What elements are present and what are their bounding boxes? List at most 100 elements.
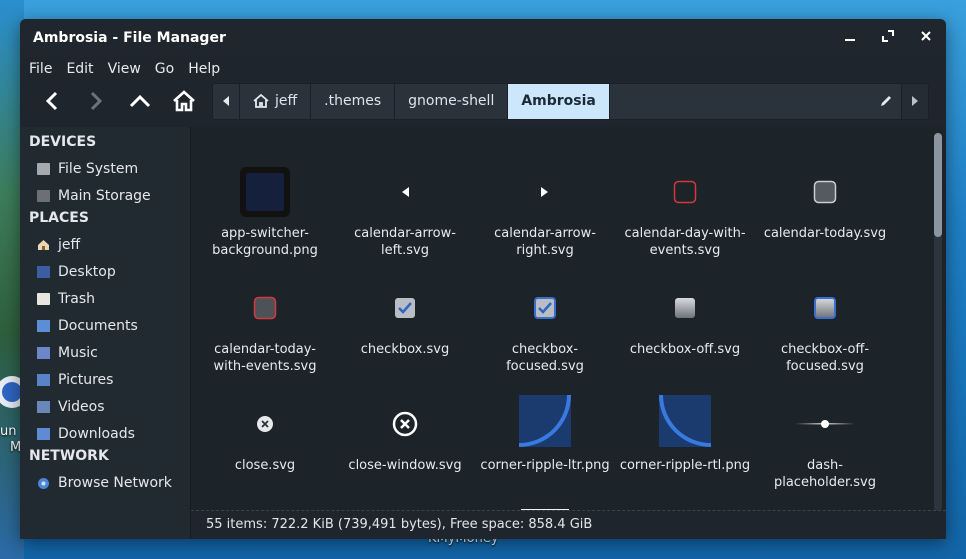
file-name: checkbox.svg xyxy=(360,342,450,357)
corner-ripple-rtl-icon xyxy=(659,395,711,447)
downloads-folder-icon xyxy=(37,427,50,440)
file-item[interactable]: calendar-arrow-left.svg xyxy=(336,163,474,259)
sidebar-item-main-storage[interactable]: Main Storage xyxy=(20,182,190,209)
menu-help[interactable]: Help xyxy=(188,61,230,77)
sidebar-item-label: Videos xyxy=(58,398,105,415)
sidebar-item-pictures[interactable]: Pictures xyxy=(20,366,190,393)
menu-view[interactable]: View xyxy=(108,61,151,77)
crumb-gnome-shell[interactable]: gnome-shell xyxy=(395,83,509,119)
checkbox-off-icon xyxy=(675,298,695,318)
crumb-themes[interactable]: .themes xyxy=(311,83,396,119)
file-item[interactable]: app-switcher-background.png xyxy=(196,163,334,259)
sidebar-item-file-system[interactable]: File System xyxy=(20,155,190,182)
image-thumbnail-icon xyxy=(240,167,290,217)
arrow-left-icon xyxy=(402,187,409,197)
file-item[interactable]: calendar-today.svg xyxy=(756,163,894,242)
file-item[interactable]: corner-ripple-rtl.png xyxy=(616,395,754,474)
file-name: calendar-day-with-events.svg xyxy=(624,226,746,258)
file-name: calendar-today.svg xyxy=(763,226,887,241)
crumb-label: Ambrosia xyxy=(521,93,596,109)
file-item[interactable]: checkbox-focused.svg xyxy=(476,279,614,375)
sidebar-item-videos[interactable]: Videos xyxy=(20,393,190,420)
pencil-icon xyxy=(881,96,891,106)
home-icon xyxy=(253,94,269,108)
sidebar: DEVICES File System Main Storage PLACES … xyxy=(20,127,191,539)
file-name: corner-ripple-rtl.png xyxy=(619,458,751,473)
file-item[interactable]: calendar-arrow-right.svg xyxy=(476,163,614,259)
file-item[interactable]: checkbox-off-focused.svg xyxy=(756,279,894,375)
home-button[interactable] xyxy=(162,83,206,119)
trash-icon xyxy=(37,292,50,305)
back-button[interactable] xyxy=(30,83,74,119)
up-button[interactable] xyxy=(118,83,162,119)
toolbar: jeff .themes gnome-shell Ambrosia xyxy=(20,81,946,121)
file-item[interactable]: dash-placeholder.svg xyxy=(756,395,894,491)
menubar: File Edit View Go Help xyxy=(20,57,946,81)
sidebar-item-music[interactable]: Music xyxy=(20,339,190,366)
sidebar-item-label: Music xyxy=(58,344,98,361)
arrow-right-icon xyxy=(541,187,548,197)
sidebar-item-downloads[interactable]: Downloads xyxy=(20,420,190,447)
forward-arrow-icon xyxy=(90,91,103,111)
path-scroll-left-button[interactable] xyxy=(213,83,240,119)
sidebar-item-desktop[interactable]: Desktop xyxy=(20,258,190,285)
maximize-icon[interactable] xyxy=(880,30,896,46)
home-icon xyxy=(173,90,195,112)
checkbox-icon xyxy=(395,298,415,318)
minimize-icon[interactable] xyxy=(842,30,858,46)
file-name: calendar-today-with-events.svg xyxy=(213,342,317,374)
sidebar-item-label: Documents xyxy=(58,317,138,334)
sidebar-places-heading: PLACES xyxy=(29,210,89,226)
back-arrow-icon xyxy=(45,91,58,111)
sidebar-item-jeff[interactable]: jeff xyxy=(20,231,190,258)
close-icon[interactable] xyxy=(918,30,934,46)
file-name: dash-placeholder.svg xyxy=(773,458,877,490)
network-globe-icon xyxy=(37,477,50,489)
drive-icon xyxy=(37,162,50,175)
desktop-label-1: un xyxy=(0,424,17,439)
crumb-ambrosia[interactable]: Ambrosia xyxy=(508,83,610,119)
checkbox-focused-icon xyxy=(534,297,556,319)
drive-icon xyxy=(37,189,50,202)
sidebar-item-documents[interactable]: Documents xyxy=(20,312,190,339)
file-name: close.svg xyxy=(234,458,296,473)
dash-placeholder-icon xyxy=(795,420,855,428)
file-name: checkbox-focused.svg xyxy=(506,342,584,374)
file-item[interactable]: checkbox-off.svg xyxy=(616,279,754,358)
file-item[interactable]: calendar-day-with-events.svg xyxy=(616,163,754,259)
file-name: close-window.svg xyxy=(348,458,462,473)
pictures-folder-icon xyxy=(37,373,50,386)
menu-edit[interactable]: Edit xyxy=(66,61,103,77)
vertical-scrollbar[interactable] xyxy=(934,133,942,511)
corner-ripple-ltr-icon xyxy=(519,395,571,447)
file-item[interactable]: close-window.svg xyxy=(336,395,474,474)
file-item[interactable]: calendar-today-with-events.svg xyxy=(196,279,334,375)
file-name: corner-ripple-ltr.png xyxy=(480,458,610,473)
scrollbar-thumb[interactable] xyxy=(934,133,942,237)
path-scroll-right-button[interactable] xyxy=(901,83,928,119)
file-item[interactable]: close.svg xyxy=(196,395,334,474)
home-folder-icon xyxy=(37,239,50,251)
triangle-right-icon xyxy=(912,96,918,106)
calendar-today-icon xyxy=(813,180,837,204)
forward-button[interactable] xyxy=(74,83,118,119)
crumb-jeff[interactable]: jeff xyxy=(240,83,312,119)
documents-folder-icon xyxy=(37,319,50,332)
sidebar-item-browse-network[interactable]: Browse Network xyxy=(20,469,190,496)
file-view[interactable]: app-switcher-background.png calendar-arr… xyxy=(191,127,946,539)
menu-go[interactable]: Go xyxy=(155,61,184,77)
crumb-label: gnome-shell xyxy=(408,93,495,109)
file-manager-window: Ambrosia - File Manager File Edit View G… xyxy=(20,19,946,539)
crumb-label: jeff xyxy=(275,93,298,109)
menu-file[interactable]: File xyxy=(29,61,62,77)
path-fill[interactable] xyxy=(610,84,871,119)
sidebar-item-trash[interactable]: Trash xyxy=(20,285,190,312)
file-item[interactable]: corner-ripple-ltr.png xyxy=(476,395,614,474)
calendar-day-icon xyxy=(673,180,697,204)
edit-location-button[interactable] xyxy=(871,84,901,119)
window-title: Ambrosia - File Manager xyxy=(33,30,226,46)
file-item[interactable]: checkbox.svg xyxy=(336,279,474,358)
sidebar-item-label: jeff xyxy=(58,236,81,253)
sidebar-item-label: Downloads xyxy=(58,425,135,442)
titlebar[interactable]: Ambrosia - File Manager xyxy=(20,19,946,57)
